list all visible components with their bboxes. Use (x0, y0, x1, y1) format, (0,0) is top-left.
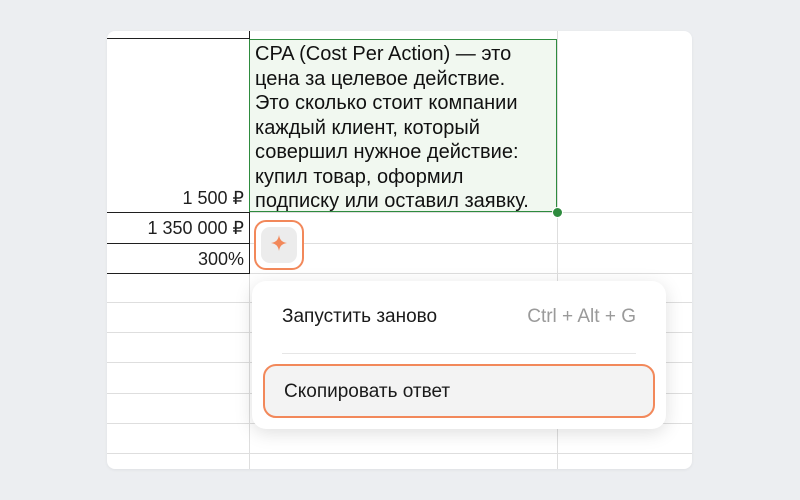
cell-value-revenue: 1 350 000 ₽ (147, 218, 244, 238)
menu-item-restart-label: Запустить заново (282, 306, 438, 327)
menu-item-copy-answer-label: Скопировать ответ (284, 381, 451, 402)
fill-handle[interactable] (552, 207, 563, 218)
menu-item-restart[interactable]: Запустить заново Ctrl + Alt + G (252, 281, 666, 349)
context-menu: Запустить заново Ctrl + Alt + G Скопиров… (252, 281, 666, 429)
ai-button-inner (261, 227, 297, 263)
cell-value-cost: 1 500 ₽ (182, 188, 245, 208)
sparkle-icon (269, 233, 289, 258)
ai-assistant-button[interactable] (254, 220, 304, 270)
cell-value-percent: 300% (197, 249, 244, 269)
cell-a1[interactable] (107, 38, 250, 213)
menu-item-restart-shortcut: Ctrl + Alt + G (527, 306, 636, 327)
menu-item-copy-answer[interactable]: Скопировать ответ (263, 364, 655, 418)
menu-separator (282, 353, 636, 354)
selected-cell-text: CPA (Cost Per Action) — это цена за целе… (255, 43, 529, 212)
spreadsheet-card: 1 500 ₽ 1 350 000 ₽ 300% CPA (Cost Per A… (107, 31, 692, 469)
